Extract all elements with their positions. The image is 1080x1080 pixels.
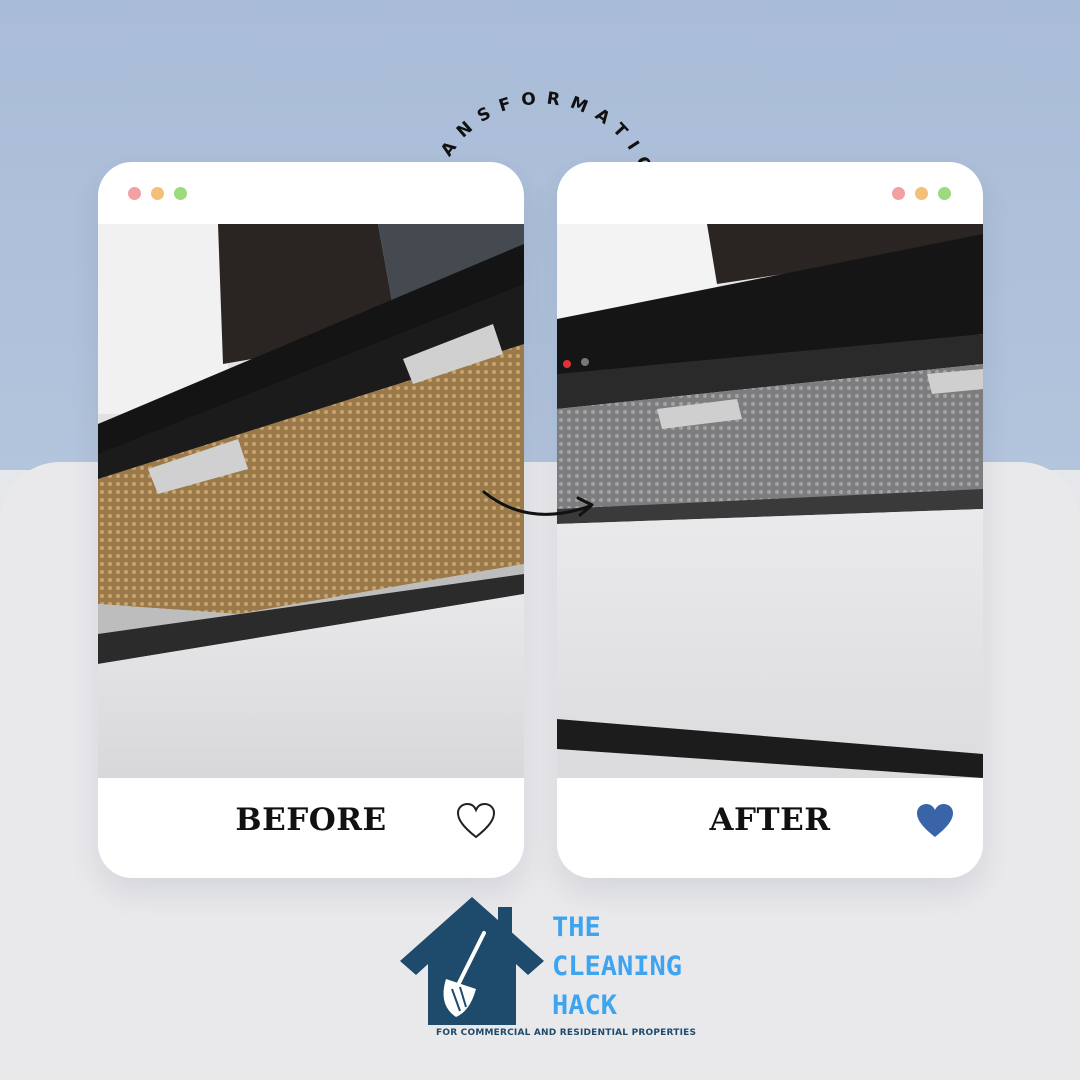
window-dots (128, 187, 187, 200)
red-dot-icon (892, 187, 905, 200)
after-card: AFTER (557, 162, 983, 878)
window-dots (892, 187, 951, 200)
yellow-dot-icon (151, 187, 164, 200)
house-broom-logo-icon (400, 897, 544, 1025)
brand-line-2: CLEANING (552, 951, 683, 982)
after-photo (557, 224, 983, 778)
yellow-dot-icon (915, 187, 928, 200)
before-card: BEFORE (98, 162, 524, 878)
heart-filled-icon[interactable] (915, 802, 955, 840)
heart-outline-icon[interactable] (456, 802, 496, 840)
brand-line-1: THE (552, 912, 601, 943)
curved-arrow-icon (482, 490, 594, 517)
red-dot-icon (128, 187, 141, 200)
green-dot-icon (938, 187, 951, 200)
green-dot-icon (174, 187, 187, 200)
brand-line-3: HACK (552, 990, 618, 1021)
before-photo (98, 224, 524, 778)
brand-tagline: FOR COMMERCIAL AND RESIDENTIAL PROPERTIE… (436, 1028, 697, 1038)
brand-name: THE CLEANING HACK (552, 908, 682, 1025)
